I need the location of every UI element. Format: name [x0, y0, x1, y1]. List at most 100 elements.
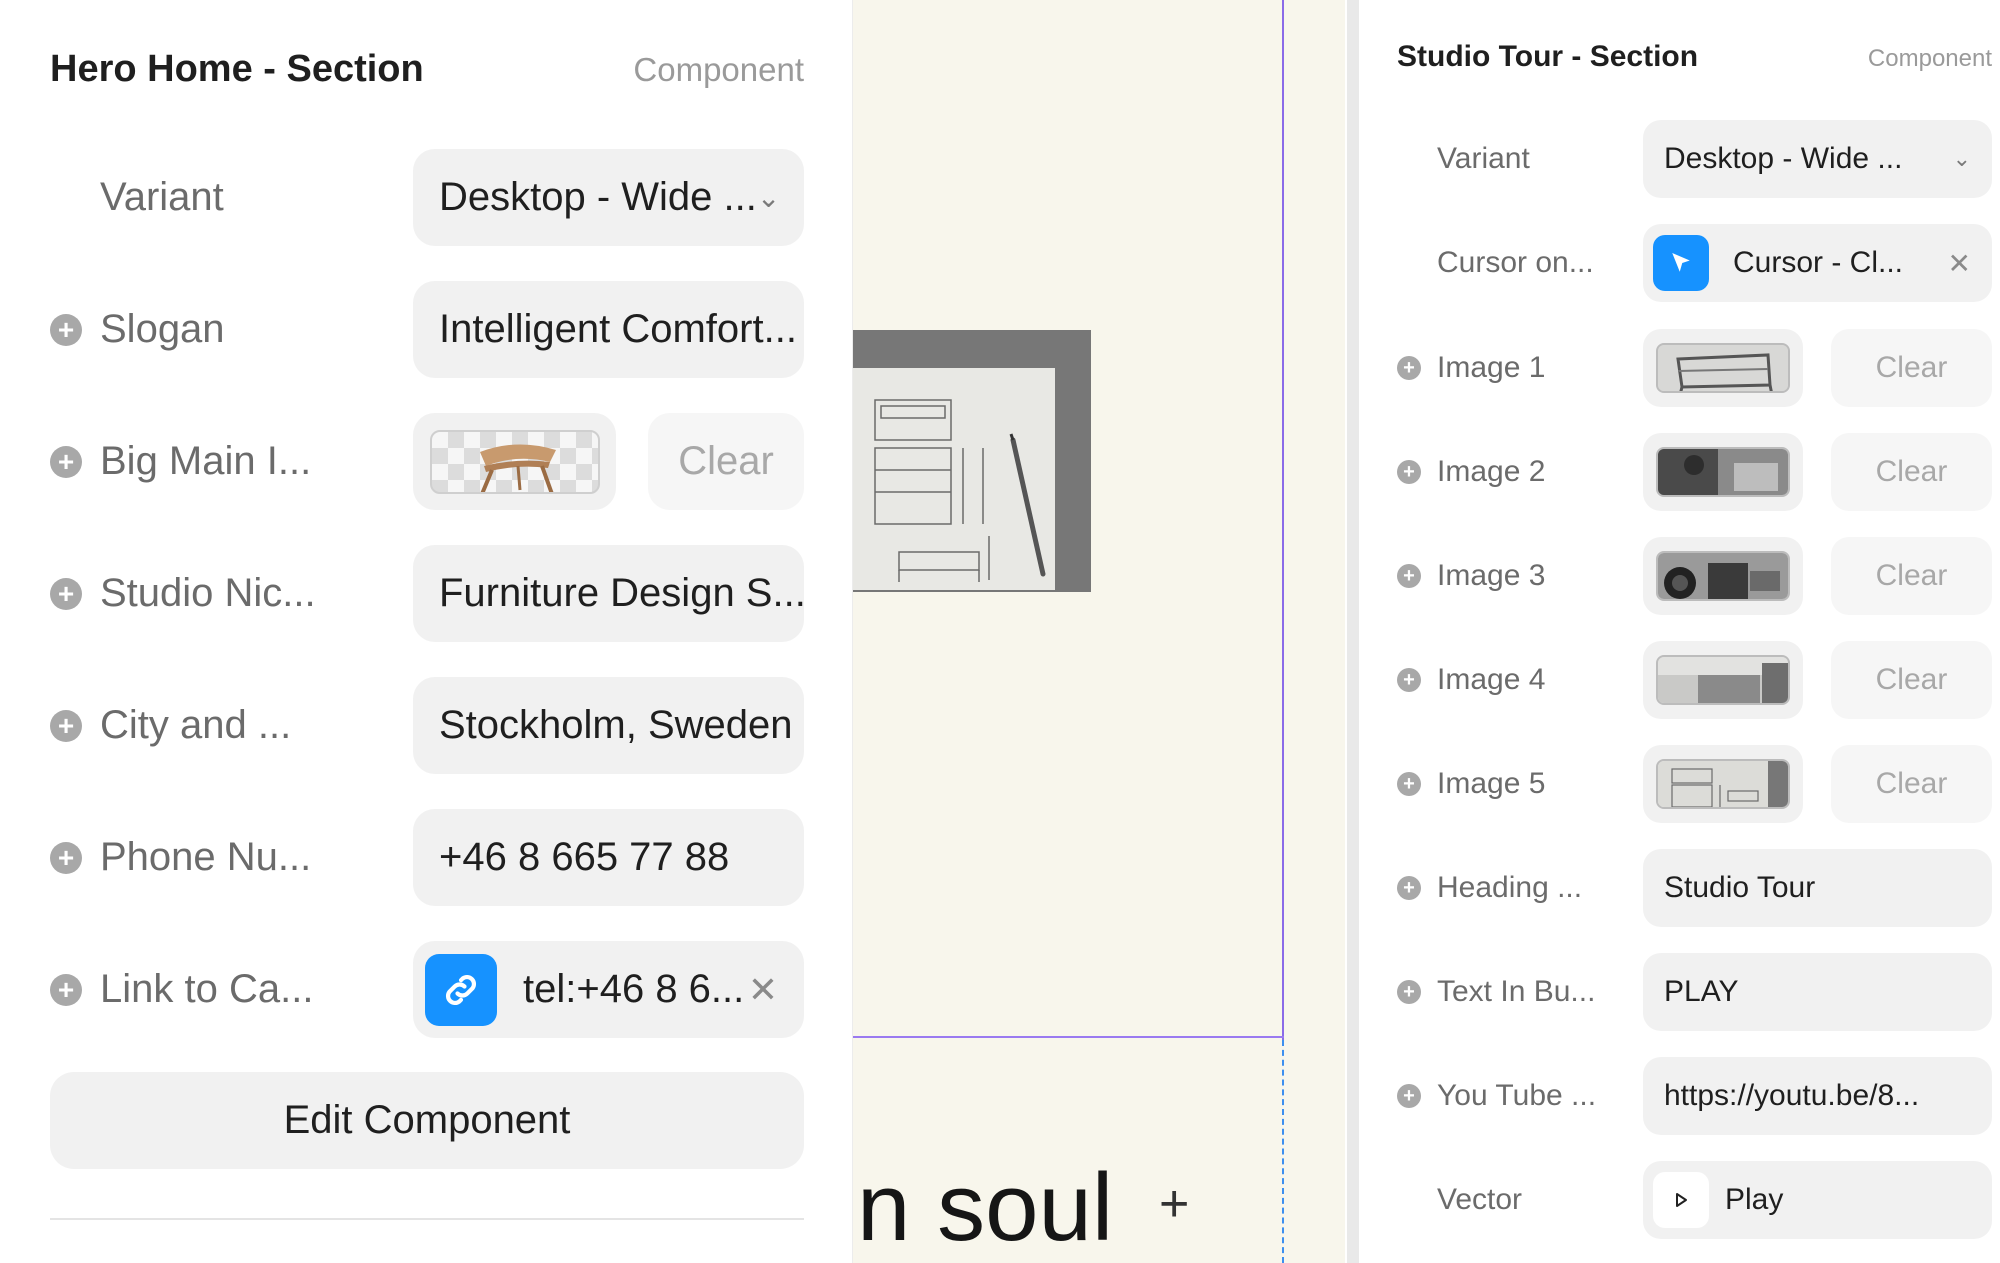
clear-image-2-button[interactable]: Clear [1831, 433, 1992, 511]
plus-icon[interactable]: + [1397, 772, 1421, 796]
clear-image-5-button[interactable]: Clear [1831, 745, 1992, 823]
vector-select[interactable]: Play [1643, 1161, 1992, 1239]
clear-image-button[interactable]: Clear [648, 413, 804, 510]
design-canvas[interactable]: n soul + [853, 0, 1345, 1263]
plus-icon[interactable]: + [1397, 668, 1421, 692]
panel-header: Studio Tour - Section Component [1397, 40, 1992, 74]
plus-icon[interactable]: + [50, 709, 82, 742]
variant-select[interactable]: Desktop - Wide ... ⌄ [413, 149, 804, 246]
image-3-picker[interactable] [1643, 537, 1803, 615]
youtube-label: You Tube ... [1437, 1079, 1597, 1112]
city-row: + City and ... Stockholm, Sweden [50, 677, 804, 774]
close-icon[interactable]: ✕ [1948, 247, 1971, 280]
edit-component-button[interactable]: Edit Component [50, 1072, 804, 1169]
frame-border [1282, 0, 1284, 1040]
youtube-input[interactable]: https://youtu.be/8... [1643, 1057, 1992, 1135]
cursor-label: Cursor on... [1437, 246, 1594, 279]
studio-nickname-row: + Studio Nic... Furniture Design S... [50, 545, 804, 642]
cursor-input[interactable]: Cursor - Cl... ✕ [1643, 224, 1992, 302]
image-2-picker[interactable] [1643, 433, 1803, 511]
chair-image-thumbnail [429, 429, 600, 494]
plus-icon[interactable]: + [1397, 876, 1421, 900]
plus-icon[interactable]: + [50, 577, 82, 610]
link-to-call-value: tel:+46 8 6... [523, 967, 745, 1011]
vector-row: Vector Play [1397, 1161, 1992, 1239]
studio-tour-properties-panel: Studio Tour - Section Component Variant … [1359, 0, 2000, 1263]
link-to-call-label: Link to Ca... [100, 967, 314, 1011]
variant-label: Variant [1437, 142, 1530, 175]
image-4-picker[interactable] [1643, 641, 1803, 719]
image-1-label: Image 1 [1437, 351, 1546, 384]
workshop-image-thumbnail [1656, 447, 1790, 497]
plus-icon[interactable]: + [50, 841, 82, 874]
big-main-image-row: + Big Main I... Clear [50, 413, 804, 510]
camera-image-thumbnail [1656, 551, 1790, 601]
sofa-image-thumbnail [1656, 655, 1790, 705]
link-to-call-input[interactable]: tel:+46 8 6... ✕ [413, 941, 804, 1038]
chair-image-thumbnail [1656, 343, 1790, 393]
slogan-input[interactable]: Intelligent Comfort... [413, 281, 804, 378]
frame-bottom-border [853, 1036, 1284, 1038]
link-icon [425, 953, 497, 1026]
phone-input[interactable]: +46 8 665 77 88 [413, 809, 804, 906]
plus-icon[interactable]: + [1397, 564, 1421, 588]
cursor-icon [1653, 235, 1709, 291]
variant-row: Variant Desktop - Wide ... ⌄ [50, 149, 804, 246]
close-icon[interactable]: ✕ [748, 969, 778, 1011]
variant-label: Variant [100, 175, 224, 219]
variant-select[interactable]: Desktop - Wide ... ⌄ [1643, 120, 1992, 198]
plus-icon[interactable]: + [50, 445, 82, 478]
image-3-label: Image 3 [1437, 559, 1546, 592]
play-icon [1653, 1172, 1709, 1228]
link-to-call-row: + Link to Ca... tel:+46 8 6... ✕ [50, 941, 804, 1038]
heading-row: + Heading ... Studio Tour [1397, 849, 1992, 927]
big-main-image-label: Big Main I... [100, 439, 312, 483]
image-5-picker[interactable] [1643, 745, 1803, 823]
image-1-row: + Image 1 Clear [1397, 329, 1992, 407]
text-in-button-label: Text In Bu... [1437, 975, 1596, 1008]
city-label: City and ... [100, 703, 292, 747]
plus-icon[interactable]: + [1397, 980, 1421, 1004]
image-3-row: + Image 3 Clear [1397, 537, 1992, 615]
plus-icon[interactable]: + [1397, 1084, 1421, 1108]
plus-icon[interactable]: + [50, 313, 82, 346]
variant-value: Desktop - Wide ... [439, 175, 757, 219]
component-tag: Component [633, 51, 804, 88]
plus-icon[interactable]: + [1397, 460, 1421, 484]
clear-image-1-button[interactable]: Clear [1831, 329, 1992, 407]
canvas-heading-text[interactable]: n soul [857, 1160, 1113, 1256]
clear-image-3-button[interactable]: Clear [1831, 537, 1992, 615]
component-title: Studio Tour - Section [1397, 40, 1699, 73]
hero-properties-panel: Hero Home - Section Component Variant De… [0, 0, 853, 1263]
city-input[interactable]: Stockholm, Sweden [413, 677, 804, 774]
vector-value: Play [1725, 1183, 1784, 1216]
clear-image-4-button[interactable]: Clear [1831, 641, 1992, 719]
image-1-picker[interactable] [1643, 329, 1803, 407]
phone-label: Phone Nu... [100, 835, 312, 879]
phone-row: + Phone Nu... +46 8 665 77 88 [50, 809, 804, 906]
blueprint-image[interactable] [853, 330, 1091, 592]
studio-nickname-label: Studio Nic... [100, 571, 316, 615]
component-title: Hero Home - Section [50, 48, 424, 90]
blueprint-image-thumbnail [1656, 759, 1790, 809]
slogan-row: + Slogan Intelligent Comfort... [50, 281, 804, 378]
editor-window: Hero Home - Section Component Variant De… [0, 0, 2000, 1263]
chevron-down-icon: ⌄ [756, 182, 781, 213]
plus-icon[interactable]: + [50, 973, 82, 1006]
image-2-label: Image 2 [1437, 455, 1546, 488]
youtube-row: + You Tube ... https://youtu.be/8... [1397, 1057, 1992, 1135]
plus-icon[interactable]: + [1397, 356, 1421, 380]
studio-tour-properties-panel-gutter: Studio Tour - Section Component Variant … [1347, 0, 2000, 1263]
text-in-button-input[interactable]: PLAY [1643, 953, 1992, 1031]
heading-label: Heading ... [1437, 871, 1583, 904]
heading-input[interactable]: Studio Tour [1643, 849, 1992, 927]
image-4-label: Image 4 [1437, 663, 1546, 696]
add-plus-icon[interactable]: + [1159, 1178, 1189, 1230]
big-main-image-picker[interactable] [413, 413, 616, 510]
studio-nickname-input[interactable]: Furniture Design S... [413, 545, 804, 642]
variant-value: Desktop - Wide ... [1664, 142, 1903, 175]
image-2-row: + Image 2 Clear [1397, 433, 1992, 511]
component-tag: Component [1867, 45, 1992, 72]
variant-row: Variant Desktop - Wide ... ⌄ [1397, 120, 1992, 198]
image-4-row: + Image 4 Clear [1397, 641, 1992, 719]
